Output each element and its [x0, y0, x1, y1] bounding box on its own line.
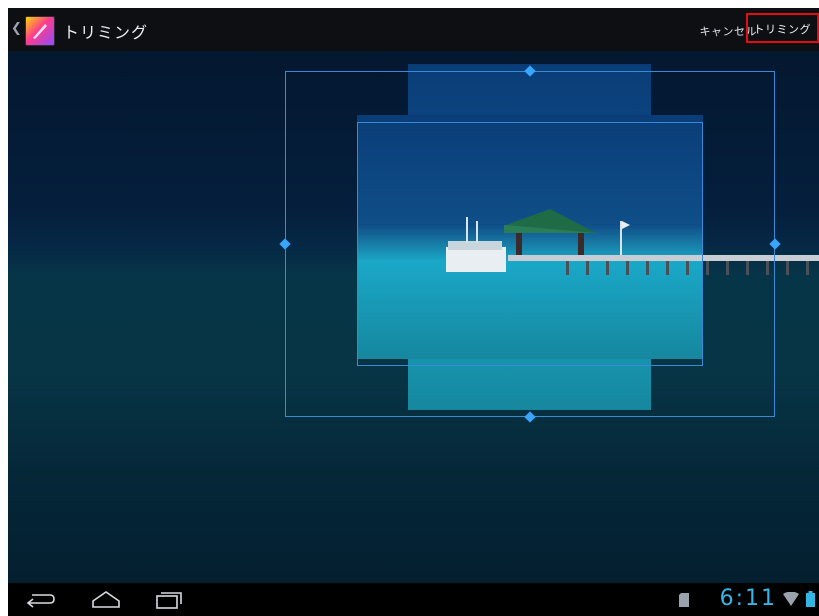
crop-frame-inner[interactable] — [357, 122, 703, 366]
page-title: トリミング — [63, 23, 149, 42]
gallery-icon[interactable] — [25, 16, 55, 46]
home-icon[interactable] — [90, 589, 122, 609]
action-bar: ❮ トリミング キャンセル トリミング — [8, 8, 819, 51]
tablet-screen: ❮ トリミング キャンセル トリミング 6:11 — [8, 8, 819, 616]
system-navigation-bar: 6:11 — [8, 583, 819, 616]
status-clock: 6:11 — [719, 586, 777, 611]
wifi-icon — [783, 592, 799, 606]
battery-icon — [806, 591, 815, 607]
back-icon[interactable] — [24, 589, 56, 609]
recent-apps-icon[interactable] — [154, 589, 184, 609]
crop-button[interactable]: トリミング — [745, 13, 819, 43]
sd-card-icon — [679, 593, 689, 607]
chevron-left-icon[interactable]: ❮ — [11, 21, 22, 36]
photo-canvas[interactable] — [8, 51, 819, 583]
